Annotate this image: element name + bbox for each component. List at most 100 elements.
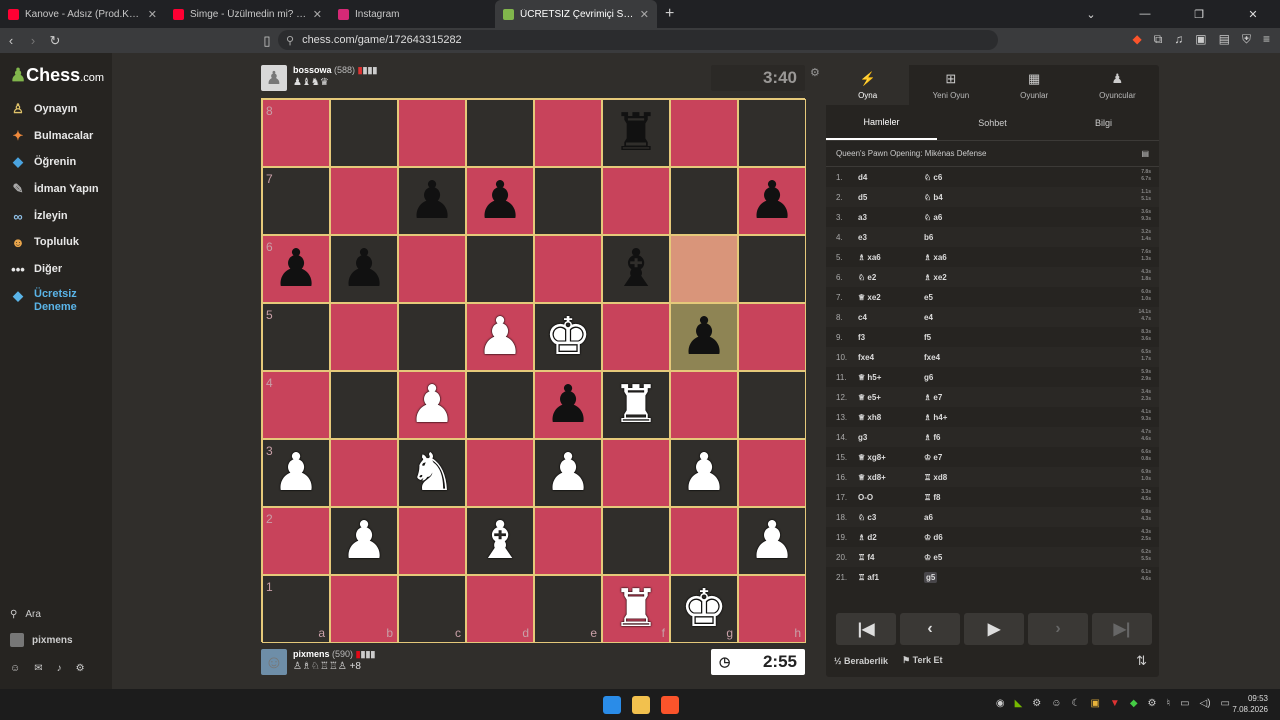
- board-square[interactable]: ♟: [534, 371, 602, 439]
- back-icon[interactable]: ‹: [0, 33, 22, 48]
- board-square[interactable]: [534, 167, 602, 235]
- board-square[interactable]: [330, 99, 398, 167]
- board-square[interactable]: b: [330, 575, 398, 643]
- board-square[interactable]: [534, 99, 602, 167]
- board-square[interactable]: [602, 507, 670, 575]
- board-square[interactable]: d: [466, 575, 534, 643]
- white-pawn-icon[interactable]: ♟: [545, 447, 592, 499]
- tab-games[interactable]: ▦ Oyunlar: [993, 65, 1076, 105]
- sidebar-search[interactable]: ⚲ Ara: [10, 609, 41, 620]
- black-rook-icon[interactable]: ♜: [613, 107, 660, 159]
- board-square[interactable]: [466, 99, 534, 167]
- sidebar-icon[interactable]: ▣: [1195, 32, 1206, 47]
- chess-logo[interactable]: ♟Chess.com: [10, 65, 104, 86]
- browser-tab-active[interactable]: ÜCRETSİZ Çevrimiçi Satranç Oyna✕: [495, 0, 657, 28]
- white-move[interactable]: ♖ af1: [858, 573, 924, 582]
- black-move[interactable]: ♖ f8: [924, 493, 994, 502]
- tab-play[interactable]: ⚡ Oyna: [826, 65, 910, 105]
- black-move[interactable]: ♗ f6: [924, 433, 994, 442]
- friends-icon[interactable]: ☺: [10, 663, 20, 674]
- wallet-icon[interactable]: ▤: [1219, 32, 1230, 47]
- sidebar-user[interactable]: pixmens: [10, 633, 73, 647]
- black-move[interactable]: ♘ c6: [924, 173, 994, 182]
- white-move[interactable]: ♗ d2: [858, 533, 924, 542]
- menu-icon[interactable]: ≡: [1263, 32, 1270, 47]
- board-square[interactable]: ♝: [602, 235, 670, 303]
- white-king-icon[interactable]: ♚: [681, 583, 728, 635]
- messages-icon[interactable]: ✉: [34, 663, 42, 674]
- sidebar-item-train[interactable]: ✎ İdman Yapın: [10, 181, 99, 197]
- board-square[interactable]: [398, 235, 466, 303]
- white-king-icon[interactable]: ♚: [545, 311, 592, 363]
- white-move[interactable]: O-O: [858, 493, 924, 502]
- board-square[interactable]: ♜ f: [602, 575, 670, 643]
- board-square[interactable]: [670, 99, 738, 167]
- black-move[interactable]: ♗ e7: [924, 393, 994, 402]
- network-icon[interactable]: ▭: [1180, 698, 1189, 709]
- board-square[interactable]: [602, 303, 670, 371]
- board-square[interactable]: [738, 439, 806, 507]
- black-move[interactable]: b6: [924, 233, 994, 242]
- black-move[interactable]: ♘ a6: [924, 213, 994, 222]
- board-square[interactable]: ♟: [398, 167, 466, 235]
- black-move[interactable]: a6: [924, 513, 994, 522]
- board-square[interactable]: 5: [262, 303, 330, 371]
- board-square[interactable]: 7: [262, 167, 330, 235]
- white-move[interactable]: d5: [858, 193, 924, 202]
- sidebar-item-community[interactable]: ☻ Topluluk: [10, 234, 79, 250]
- black-bishop-icon[interactable]: ♝: [613, 243, 660, 295]
- board-square[interactable]: [466, 371, 534, 439]
- url-field[interactable]: ⚲ chess.com/game/172643315282: [278, 30, 998, 50]
- white-bishop-icon[interactable]: ♝: [477, 515, 524, 567]
- white-pawn-icon[interactable]: ♟: [749, 515, 796, 567]
- board-square[interactable]: ♞: [398, 439, 466, 507]
- discord-icon[interactable]: ☺: [1051, 698, 1061, 709]
- white-move[interactable]: ♘ c3: [858, 513, 924, 522]
- white-move[interactable]: ♕ xh8: [858, 413, 924, 422]
- white-move[interactable]: a3: [858, 213, 924, 222]
- board-square[interactable]: ♟: [330, 235, 398, 303]
- reload-icon[interactable]: ↻: [44, 33, 66, 49]
- board-square[interactable]: ♟: [738, 507, 806, 575]
- board-square[interactable]: [330, 167, 398, 235]
- board-square[interactable]: h: [738, 575, 806, 643]
- board-square[interactable]: ♟: [330, 507, 398, 575]
- sidebar-item-learn[interactable]: ◆ Öğrenin: [10, 154, 76, 170]
- sidebar-item-watch[interactable]: ∞ İzleyin: [10, 208, 67, 224]
- board-square[interactable]: ♟ 3: [262, 439, 330, 507]
- white-knight-icon[interactable]: ♞: [409, 447, 456, 499]
- white-move[interactable]: fxe4: [858, 353, 924, 362]
- board-square[interactable]: [398, 507, 466, 575]
- board-square[interactable]: 2: [262, 507, 330, 575]
- white-pawn-icon[interactable]: ♟: [341, 515, 388, 567]
- white-move[interactable]: ♘ e2: [858, 273, 924, 282]
- black-pawn-icon[interactable]: ♟: [341, 243, 388, 295]
- white-move[interactable]: ♗ xa6: [858, 253, 924, 262]
- white-move[interactable]: e3: [858, 233, 924, 242]
- black-move[interactable]: g6: [924, 373, 994, 382]
- avatar[interactable]: ☺: [261, 649, 287, 675]
- tab-new-game[interactable]: ⊞ Yeni Oyun: [909, 65, 992, 105]
- notifications-icon[interactable]: ♪: [57, 663, 62, 674]
- system-clock[interactable]: 09:53 7.08.2026: [1232, 693, 1268, 715]
- board-square[interactable]: [466, 235, 534, 303]
- board-square[interactable]: ♟: [738, 167, 806, 235]
- music-icon[interactable]: ♫: [1174, 32, 1183, 47]
- settings-icon[interactable]: ⚙: [76, 663, 85, 674]
- nvidia-icon[interactable]: ◣: [1015, 698, 1023, 709]
- board-square[interactable]: ♟: [398, 371, 466, 439]
- board-square[interactable]: ♜: [602, 99, 670, 167]
- chess-board[interactable]: 8 ♜ 7 ♟ ♟ ♟ ♟ 6 ♟ ♝ 5 ♟ ♚ ♟ 4 ♟ ♟ ♜ ♟ 3 ♞ ♟ ♟ 2 ♟ ♝ ♟ 1 a b c d e ♜ f ♚ g h: [261, 98, 806, 643]
- brave-browser-icon[interactable]: [661, 696, 679, 714]
- black-move[interactable]: g5: [924, 571, 994, 583]
- flip-board-icon[interactable]: ⇅: [1136, 653, 1147, 669]
- board-square[interactable]: ♝: [466, 507, 534, 575]
- black-move[interactable]: e5: [924, 293, 994, 302]
- next-move-button[interactable]: ›: [1028, 613, 1088, 645]
- sidebar-item-play[interactable]: ♙ Oynayın: [10, 101, 77, 117]
- draw-button[interactable]: ½ Beraberlik: [834, 656, 888, 666]
- board-square[interactable]: [534, 507, 602, 575]
- maximize-icon[interactable]: ❐: [1172, 8, 1226, 21]
- board-settings-icon[interactable]: ⚙: [810, 66, 820, 79]
- black-move[interactable]: ♔ e5: [924, 553, 994, 562]
